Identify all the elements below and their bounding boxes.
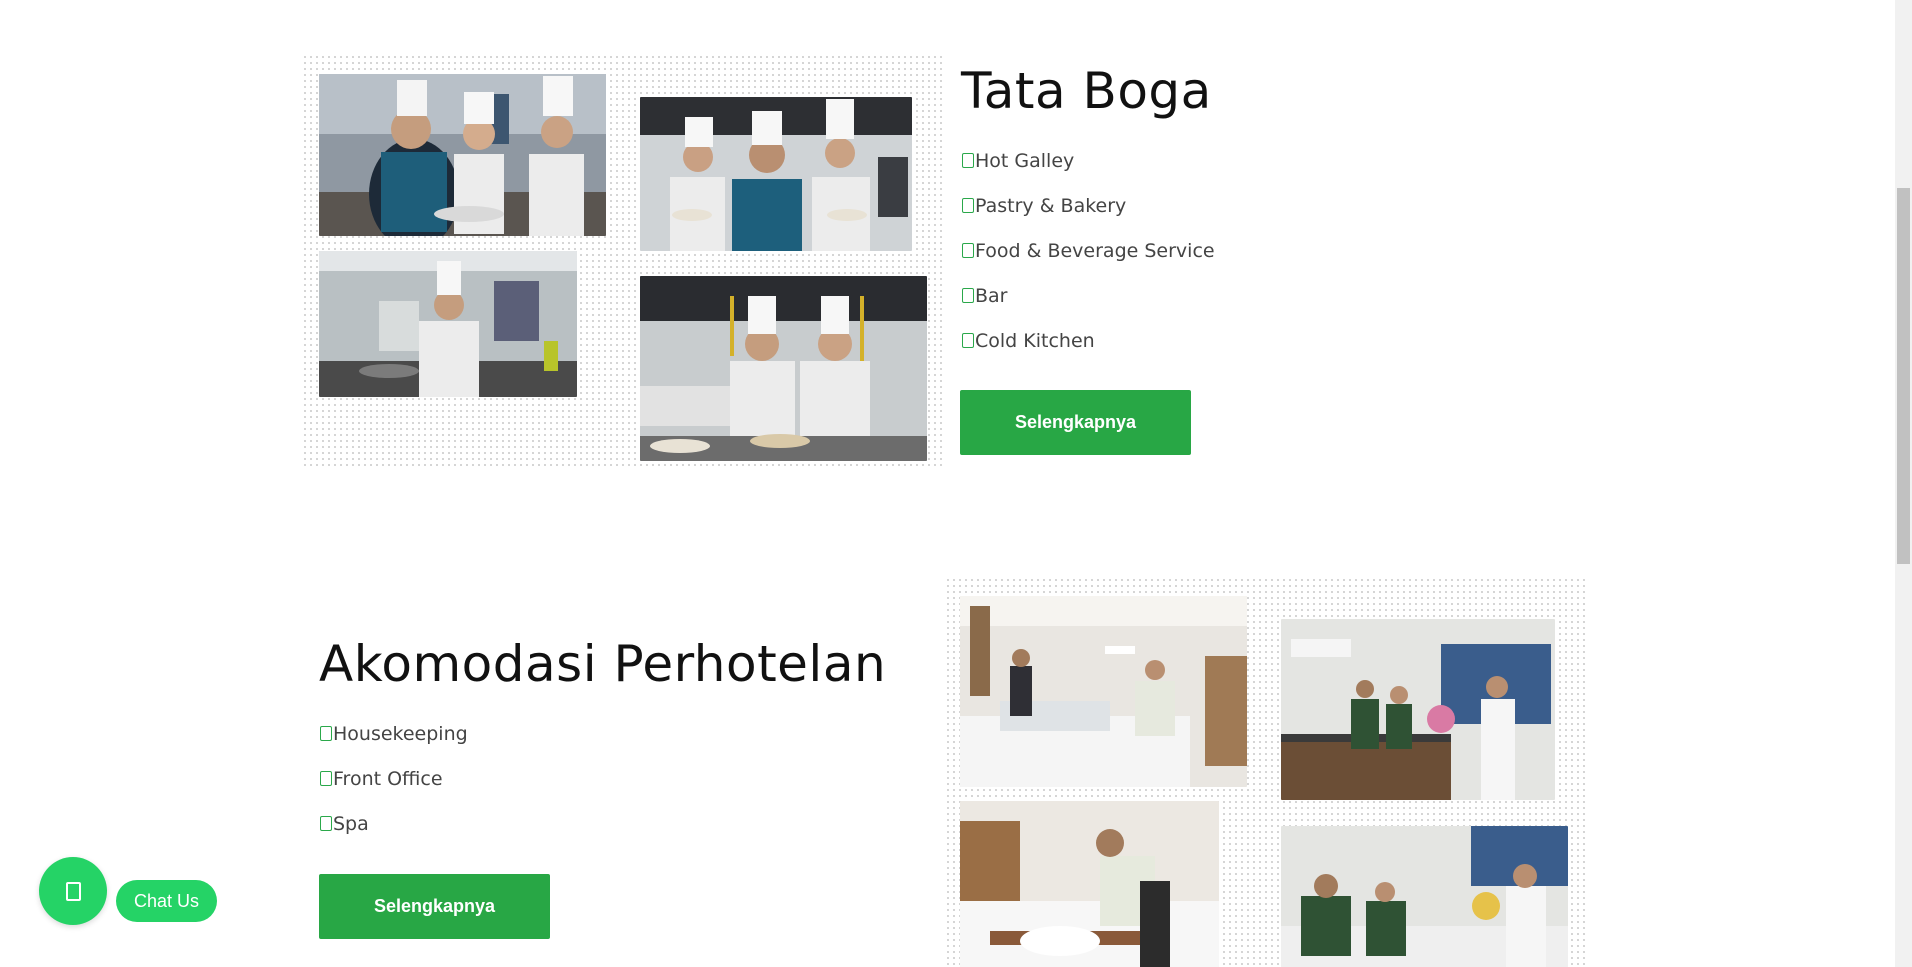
list-item-label: Bar — [975, 285, 1008, 307]
whatsapp-icon — [65, 881, 81, 901]
scrollbar-thumb[interactable] — [1897, 188, 1910, 564]
missing-glyph-icon — [962, 288, 974, 303]
list-item: Hot Galley — [962, 148, 1215, 193]
missing-glyph-icon — [320, 726, 332, 741]
towel-folding-bed-photo — [960, 801, 1219, 967]
akomodasi-title: Akomodasi Perhotelan — [319, 635, 887, 693]
chef-instructor-plating-photo — [319, 74, 606, 236]
list-item-label: Hot Galley — [975, 150, 1075, 172]
reception-desk-phone-photo — [1281, 826, 1568, 967]
akomodasi-list: Housekeeping Front Office Spa — [320, 721, 468, 856]
list-item: Cold Kitchen — [962, 328, 1215, 373]
missing-glyph-icon — [320, 771, 332, 786]
list-item-label: Cold Kitchen — [975, 330, 1095, 352]
list-item-label: Pastry & Bakery — [975, 195, 1127, 217]
akomodasi-more-button[interactable]: Selengkapnya — [319, 874, 550, 939]
chat-us-button[interactable]: Chat Us — [116, 880, 217, 922]
missing-glyph-icon — [962, 198, 974, 213]
list-item: Pastry & Bakery — [962, 193, 1215, 238]
list-item-label: Spa — [333, 813, 369, 835]
bed-making-room-photo — [960, 596, 1247, 787]
list-item: Spa — [320, 811, 468, 856]
page-scrollbar[interactable] — [1895, 0, 1912, 967]
students-plating-kitchen-photo — [640, 276, 927, 461]
tata-boga-list: Hot Galley Pastry & Bakery Food & Bevera… — [962, 148, 1215, 373]
student-cooking-photo — [319, 251, 577, 397]
front-desk-greeting-photo — [1281, 619, 1555, 800]
list-item: Housekeeping — [320, 721, 468, 766]
list-item: Bar — [962, 283, 1215, 328]
missing-glyph-icon — [962, 153, 974, 168]
tata-boga-more-button[interactable]: Selengkapnya — [960, 390, 1191, 455]
missing-glyph-icon — [962, 333, 974, 348]
list-item-label: Housekeeping — [333, 723, 468, 745]
list-item: Front Office — [320, 766, 468, 811]
list-item: Food & Beverage Service — [962, 238, 1215, 283]
whatsapp-chat-button[interactable] — [39, 857, 107, 925]
list-item-label: Front Office — [333, 768, 443, 790]
tata-boga-title: Tata Boga — [961, 62, 1212, 120]
list-item-label: Food & Beverage Service — [975, 240, 1215, 262]
students-holding-dishes-photo — [640, 97, 912, 251]
missing-glyph-icon — [320, 816, 332, 831]
missing-glyph-icon — [962, 243, 974, 258]
